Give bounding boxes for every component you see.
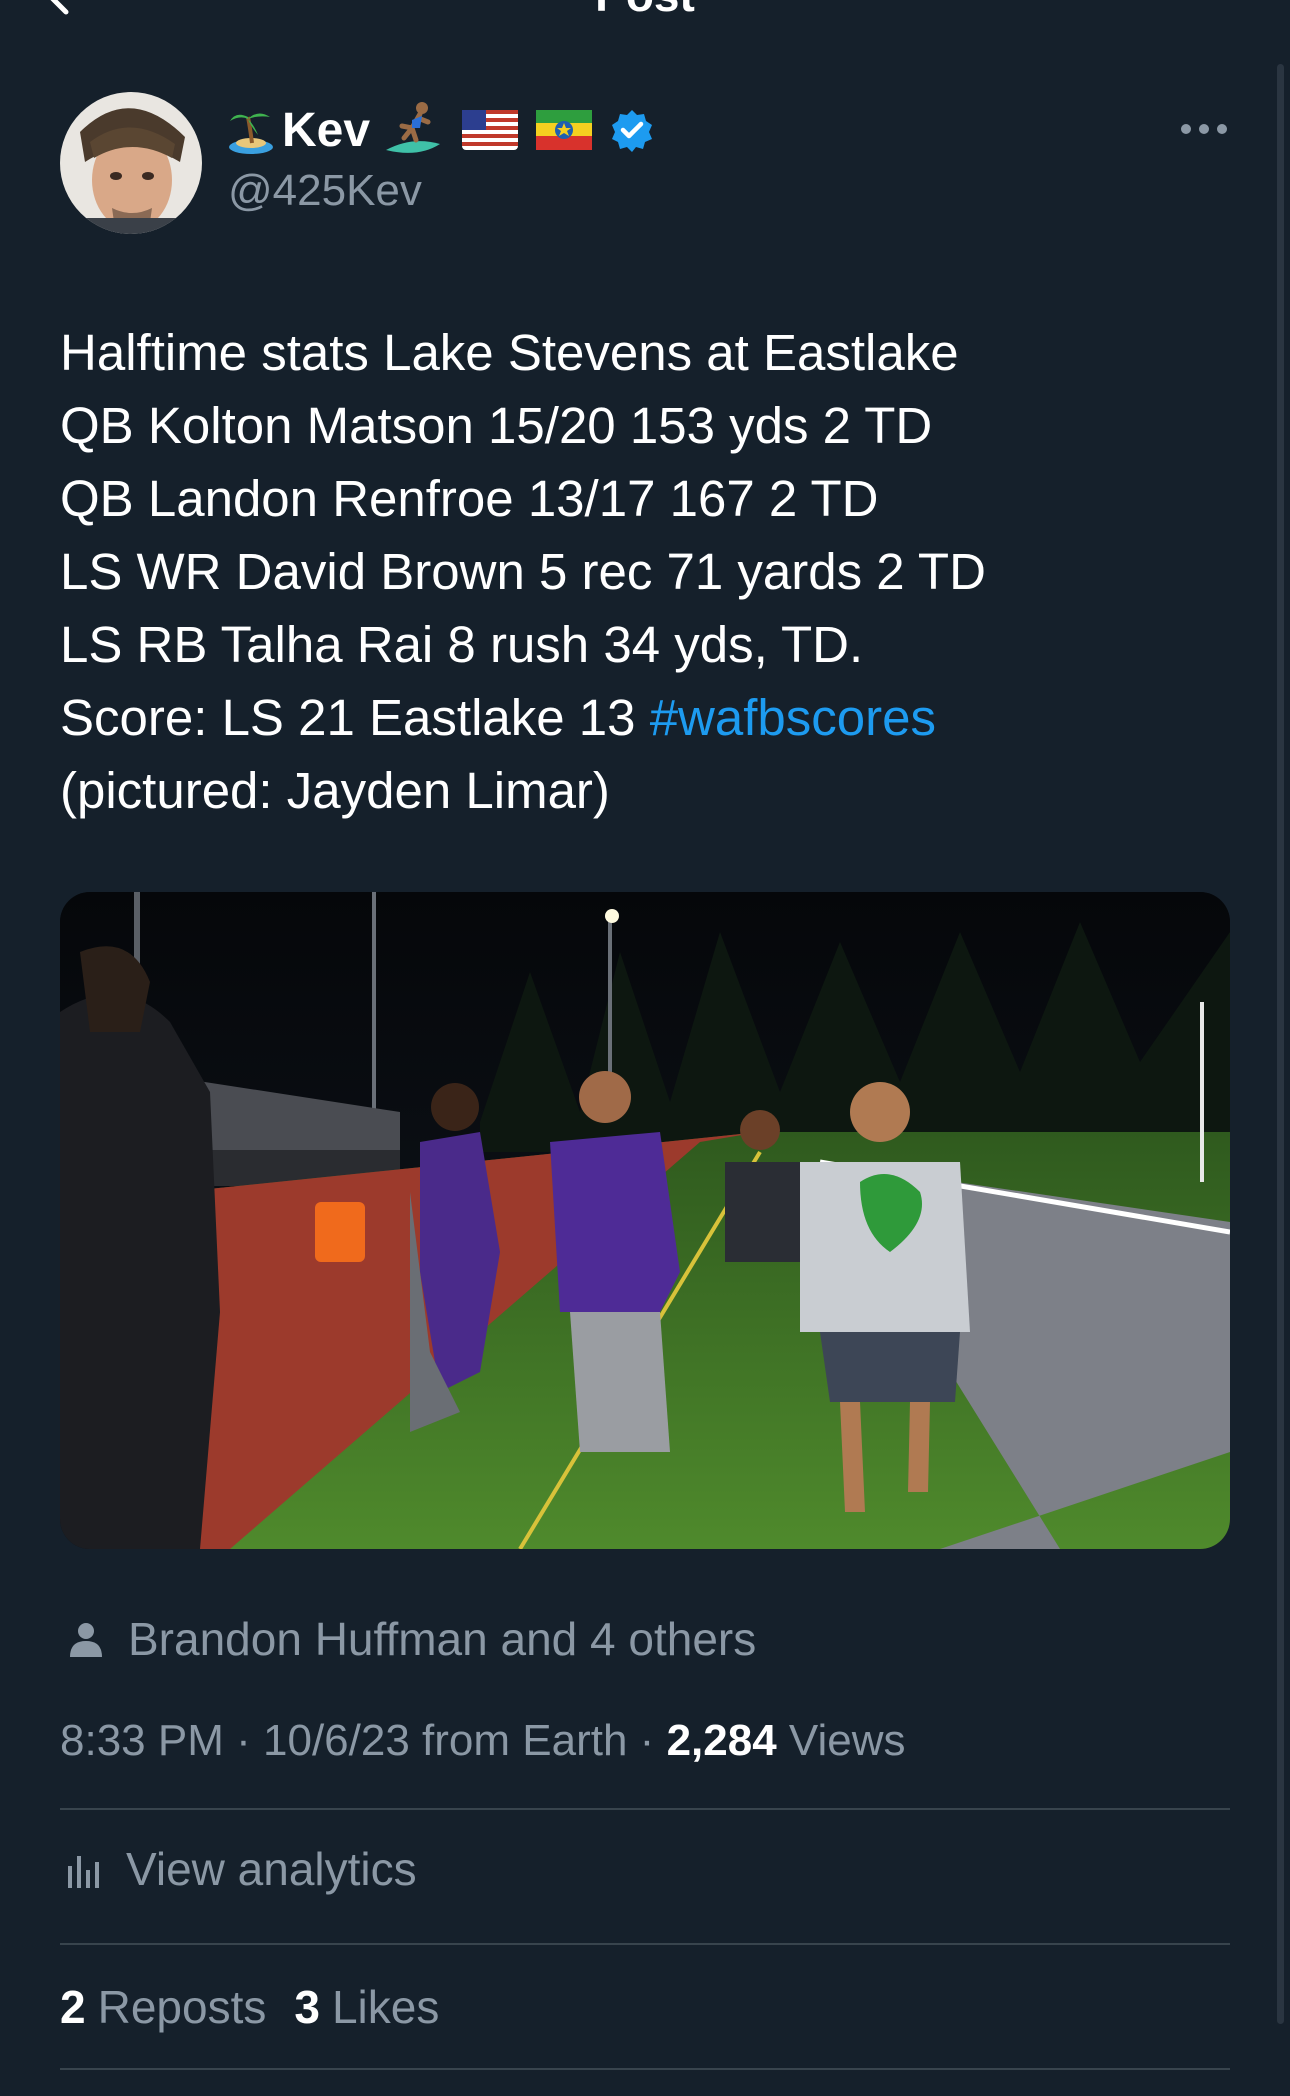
meta-separator: ·	[236, 1716, 251, 1765]
tagged-people[interactable]: Brandon Huffman and 4 others	[66, 1612, 756, 1666]
analytics-icon	[68, 1856, 99, 1888]
surfer-emoji-icon	[386, 102, 441, 153]
ethiopia-flag-emoji-icon	[536, 110, 593, 150]
display-name: Kev	[282, 103, 371, 157]
tweet-photo[interactable]	[60, 892, 1230, 1549]
verified-badge-icon[interactable]	[610, 108, 654, 152]
score-text: Score: LS 21 Eastlake 13	[60, 689, 650, 746]
person-icon	[70, 1623, 102, 1657]
author-handle[interactable]: @425Kev	[228, 166, 422, 216]
island-emoji-icon	[229, 113, 273, 154]
reposts-label: Reposts	[97, 1981, 267, 2033]
view-analytics-button[interactable]: View analytics	[66, 1842, 417, 1896]
tweet-line: QB Landon Renfroe 13/17 167 2 TD	[60, 470, 879, 527]
reposts-count: 2	[60, 1981, 86, 2033]
tweet-text: Halftime stats Lake Stevens at Eastlake …	[60, 316, 1230, 827]
post-page: Post Kev	[0, 0, 1290, 2096]
view-analytics-label: View analytics	[126, 1843, 417, 1895]
divider	[60, 1943, 1230, 1945]
hashtag-link[interactable]: #wafbscores	[650, 689, 936, 746]
post-date: 10/6/23	[263, 1716, 410, 1765]
likes-label: Likes	[331, 1981, 440, 2033]
us-flag-emoji-icon	[462, 110, 519, 150]
likes-count: 3	[294, 1981, 320, 2033]
author-name-row[interactable]: Kev	[228, 98, 672, 162]
avatar[interactable]	[60, 92, 202, 234]
tweet-score-line: Score: LS 21 Eastlake 13 #wafbscores	[60, 681, 1230, 754]
likes-stat[interactable]: 3 Likes	[294, 1980, 439, 2034]
meta-separator: ·	[639, 1716, 655, 1765]
views-count: 2,284	[666, 1716, 777, 1765]
page-title: Post	[0, 0, 1290, 22]
reposts-stat[interactable]: 2 Reposts	[60, 1980, 266, 2034]
engagement-stats: 2 Reposts 3 Likes	[60, 1980, 467, 2034]
tagged-people-label: Brandon Huffman and 4 others	[128, 1613, 757, 1665]
divider	[60, 2068, 1230, 2070]
tweet-caption: (pictured: Jayden Limar)	[60, 762, 610, 819]
post-time: 8:33 PM	[60, 1716, 224, 1765]
views-label: Views	[788, 1716, 906, 1765]
tweet-line: LS WR David Brown 5 rec 71 yards 2 TD	[60, 543, 986, 600]
top-bar: Post	[0, 0, 1290, 52]
divider	[60, 1808, 1230, 1810]
tweet-line: Halftime stats Lake Stevens at Eastlake	[60, 324, 959, 381]
scrollbar[interactable]	[1277, 64, 1284, 2024]
more-options-icon[interactable]	[1178, 120, 1230, 138]
post-meta: 8:33 PM · 10/6/23 from Earth · 2,284 Vie…	[60, 1716, 905, 1766]
post-source: from Earth	[422, 1716, 628, 1765]
tweet-line: QB Kolton Matson 15/20 153 yds 2 TD	[60, 397, 933, 454]
tweet-line: LS RB Talha Rai 8 rush 34 yds, TD.	[60, 616, 864, 673]
